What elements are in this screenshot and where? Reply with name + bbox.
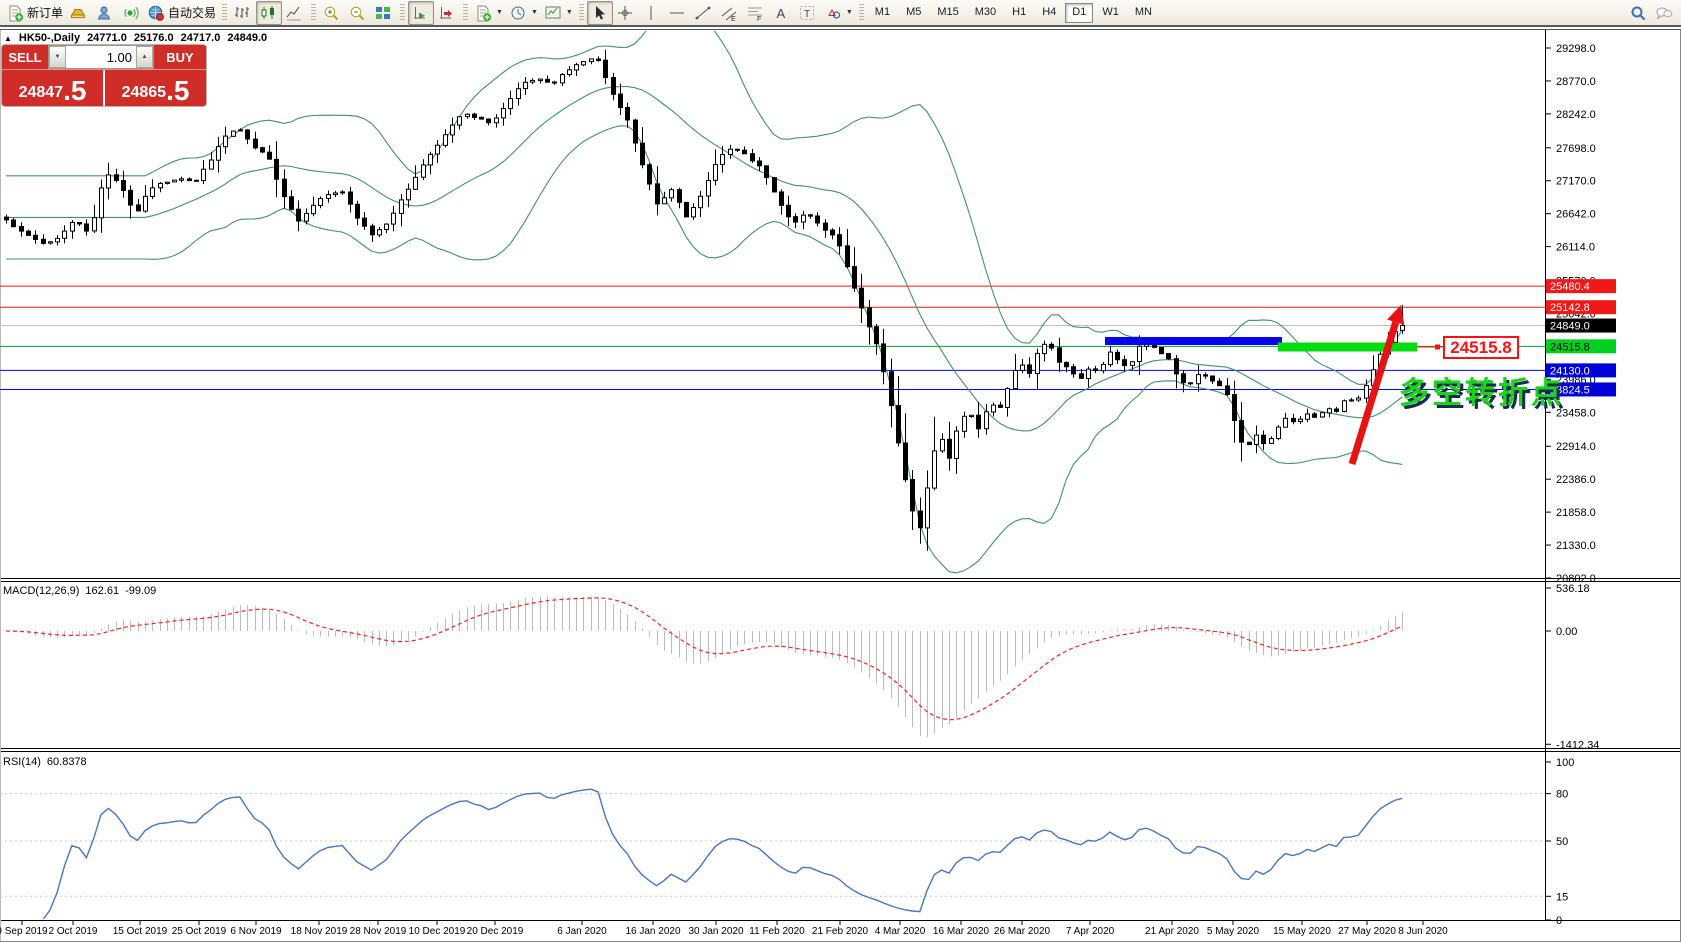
buy-price[interactable]: 24865 .5 bbox=[105, 70, 206, 106]
rsi-axis-label: 50 bbox=[1556, 836, 1568, 848]
date-tick-label: 15 Oct 2019 bbox=[113, 926, 168, 937]
blue-resistance-bar[interactable] bbox=[1105, 337, 1282, 345]
macd-axis-label: -1412.34 bbox=[1556, 739, 1599, 751]
date-tick-label: 21 Apr 2020 bbox=[1145, 926, 1199, 937]
price-tick-label: 28770.0 bbox=[1556, 76, 1596, 88]
macd-axis-label: 0.00 bbox=[1556, 626, 1577, 638]
date-tick-label: 26 Mar 2020 bbox=[994, 926, 1051, 937]
date-tick-label: 30 Jan 2020 bbox=[688, 926, 743, 937]
date-tick-label: 16 Jan 2020 bbox=[625, 926, 680, 937]
ohlc-low: 24717.0 bbox=[180, 32, 221, 44]
price-badge-label: 24849.0 bbox=[1550, 321, 1590, 333]
chart-canvas: 29298.0 28770.0 28242.0 27698.0 27170.0 26642… bbox=[0, 29, 1681, 942]
chart-frame bbox=[0, 29, 1681, 942]
date-tick-label: 10 Dec 2019 bbox=[409, 926, 466, 937]
date-tick-label: 2 Oct 2019 bbox=[49, 926, 98, 937]
price-tick-label: 27698.0 bbox=[1556, 143, 1596, 155]
rsi-label: RSI(14) 60.8378 bbox=[3, 756, 87, 768]
buy-button[interactable]: BUY bbox=[154, 45, 206, 69]
price-tick-label: 22914.0 bbox=[1556, 441, 1596, 453]
price-tick-label: 28242.0 bbox=[1556, 109, 1596, 121]
date-tick-label: 21 Feb 2020 bbox=[812, 926, 869, 937]
date-tick-label: 15 May 2020 bbox=[1273, 926, 1331, 937]
sell-price-main: 24847 bbox=[18, 84, 64, 101]
date-tick-label: 7 Apr 2020 bbox=[1066, 926, 1115, 937]
date-tick-label: 6 Jan 2020 bbox=[557, 926, 607, 937]
symbol-marker-icon: ▲ bbox=[4, 33, 12, 43]
sell-price-pips: .5 bbox=[63, 75, 87, 106]
date-tick-label: 25 Oct 2019 bbox=[172, 926, 227, 937]
macd-signal-value: -99.09 bbox=[125, 585, 157, 597]
symbol-period-label: HK50-,Daily bbox=[18, 32, 81, 44]
date-tick-label: 9 Sep 2019 bbox=[0, 926, 48, 937]
price-tick-label: 21330.0 bbox=[1556, 540, 1596, 552]
sell-button[interactable]: SELL bbox=[2, 45, 48, 69]
price-badge-label: 25142.8 bbox=[1550, 302, 1590, 314]
one-click-trading-widget: SELL ▼ ▲ BUY 24847 .5 24865 .5 bbox=[2, 45, 206, 106]
rsi-value: 60.8378 bbox=[46, 756, 87, 768]
price-tick-label: 26642.0 bbox=[1556, 209, 1596, 221]
date-tick-label: 4 Mar 2020 bbox=[875, 926, 926, 937]
ohlc-high: 25176.0 bbox=[133, 32, 174, 44]
sell-price[interactable]: 24847 .5 bbox=[2, 70, 103, 106]
price-tick-label: 22386.0 bbox=[1556, 474, 1596, 486]
buy-price-main: 24865 bbox=[121, 84, 167, 101]
date-tick-label: 28 Nov 2019 bbox=[350, 926, 407, 937]
date-tick-label: 11 Feb 2020 bbox=[749, 926, 805, 937]
macd-value: 162.61 bbox=[85, 585, 120, 597]
macd-name: MACD(12,26,9) bbox=[3, 585, 80, 597]
mt4-terminal: 新订单 自动交易 ▼ ▼ ▼ E F A T ▼ M1 M5 M15 M30 H1 H4 D1 W1 MN 2929… bbox=[0, 0, 1681, 943]
macd-label: MACD(12,26,9) 162.61 -99.09 bbox=[3, 585, 156, 597]
callout-handle bbox=[1435, 344, 1440, 350]
date-tick-label: 20 Dec 2019 bbox=[467, 926, 524, 937]
rsi-axis-label: 0 bbox=[1556, 915, 1562, 927]
price-badge-label: 24515.8 bbox=[1550, 341, 1590, 353]
green-support-bar[interactable] bbox=[1278, 342, 1417, 352]
rsi-axis-label: 80 bbox=[1556, 789, 1568, 801]
date-tick-label: 6 Nov 2019 bbox=[230, 926, 282, 937]
price-tick-label: 26114.0 bbox=[1556, 242, 1595, 254]
chart-header: ▲ HK50-,Daily 24771.0 25176.0 24717.0 24… bbox=[4, 32, 267, 44]
date-tick-label: 18 Nov 2019 bbox=[291, 926, 348, 937]
price-tick-label: 21858.0 bbox=[1556, 507, 1596, 519]
volume-stepper: ▼ ▲ bbox=[48, 45, 154, 69]
date-tick-label: 16 Mar 2020 bbox=[933, 926, 990, 937]
buy-price-pips: .5 bbox=[166, 75, 190, 106]
date-tick-label: 5 May 2020 bbox=[1207, 926, 1260, 937]
ohlc-close: 24849.0 bbox=[227, 32, 268, 44]
rsi-axis-label: 100 bbox=[1556, 757, 1574, 769]
ohlc-open: 24771.0 bbox=[87, 32, 127, 44]
macd-axis-label: 536.18 bbox=[1556, 583, 1590, 595]
volume-decrease-button[interactable]: ▼ bbox=[49, 46, 66, 68]
volume-increase-button[interactable]: ▲ bbox=[136, 46, 153, 68]
turning-point-annotation[interactable]: 多空转折点 bbox=[1399, 368, 1564, 412]
date-tick-label: 8 Jun 2020 bbox=[1398, 926, 1448, 937]
rsi-axis-label: 15 bbox=[1556, 891, 1568, 903]
price-level-callout[interactable]: 24515.8 bbox=[1443, 336, 1519, 359]
price-tick-label: 29298.0 bbox=[1556, 43, 1596, 55]
rsi-name: RSI(14) bbox=[3, 756, 41, 768]
date-tick-label: 27 May 2020 bbox=[1338, 926, 1396, 937]
price-badge-label: 25480.4 bbox=[1550, 281, 1590, 293]
volume-input[interactable] bbox=[66, 46, 136, 68]
price-tick-label: 27170.0 bbox=[1556, 176, 1596, 188]
